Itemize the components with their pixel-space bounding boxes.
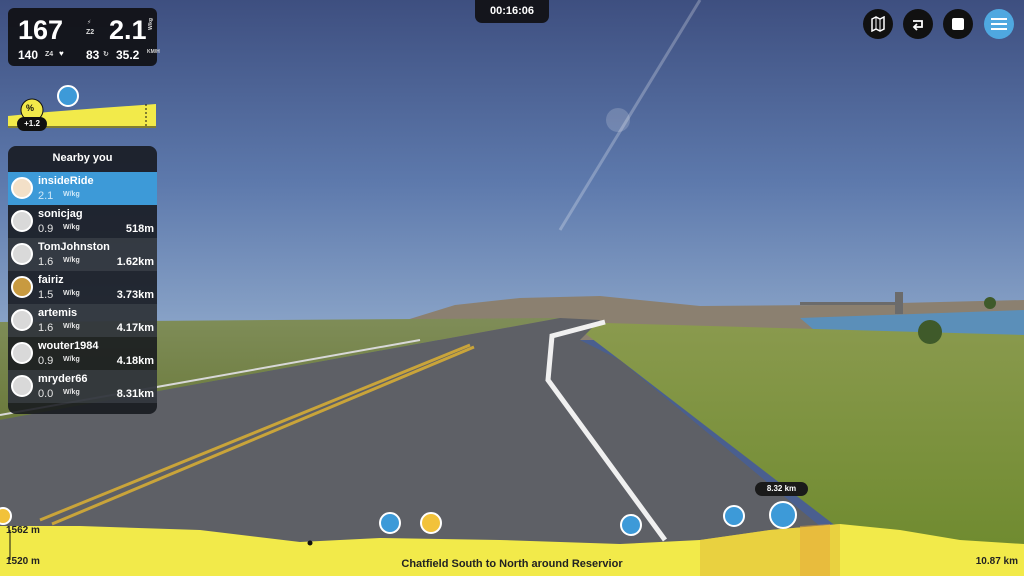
nearby-riders-panel: Nearby you insideRide 2.1 W/kg sonicjag … <box>8 146 157 414</box>
speed-value: 35.2 <box>116 48 140 62</box>
rider-name: wouter1984 <box>38 340 99 352</box>
rider-wkg: 1.6 <box>38 322 54 334</box>
rider-distance: 3.73km <box>116 289 154 301</box>
rider-distance: 1.62km <box>116 256 154 268</box>
marker-distance-badge: 8.32 km <box>755 482 808 496</box>
current-rider-marker <box>769 501 797 529</box>
rider-wkg-unit: W/kg <box>63 389 80 396</box>
rider-name: TomJohnston <box>38 241 110 253</box>
rider-marker <box>723 505 745 527</box>
rider-name: insideRide <box>38 175 94 187</box>
wkg-unit: W/kg <box>148 18 154 30</box>
rider-avatar <box>11 375 33 397</box>
rider-row-current[interactable]: insideRide 2.1 W/kg <box>8 172 157 205</box>
rider-distance: 4.17km <box>116 322 154 334</box>
hr-zone: Z4 <box>45 51 54 58</box>
rider-name: mryder66 <box>38 373 88 385</box>
rider-marker <box>0 507 12 525</box>
elapsed-timer: 00:16:06 <box>475 0 549 23</box>
rider-name: artemis <box>38 307 78 319</box>
rider-avatar <box>11 243 33 265</box>
rider-row[interactable]: TomJohnston 1.6 W/kg 1.62km <box>8 238 157 271</box>
stop-button[interactable] <box>943 9 973 39</box>
rider-marker <box>420 512 442 534</box>
rider-wkg-unit: W/kg <box>63 323 80 330</box>
rider-name: sonicjag <box>38 208 83 220</box>
rider-avatar <box>11 210 33 232</box>
rider-marker <box>620 514 642 536</box>
rider-wkg-unit: W/kg <box>63 356 80 363</box>
speed-unit: KM/H <box>147 49 160 55</box>
rider-wkg: 1.6 <box>38 256 54 268</box>
rider-row[interactable]: sonicjag 0.9 W/kg 518m <box>8 205 157 238</box>
power-icon: ⚡ <box>87 20 92 26</box>
cadence-icon: ↻ <box>103 51 109 58</box>
rider-name: fairiz <box>38 274 64 286</box>
rider-wkg: 0.0 <box>38 388 54 400</box>
stop-icon <box>952 18 964 30</box>
rider-row[interactable]: mryder66 0.0 W/kg 8.31km <box>8 370 157 403</box>
rider-wkg: 0.9 <box>38 355 54 367</box>
power-zone: Z2 <box>86 29 95 36</box>
rider-distance: 8.31km <box>116 388 154 400</box>
menu-icon <box>991 18 1007 30</box>
rider-wkg-unit: W/kg <box>63 290 80 297</box>
rider-wkg-unit: W/kg <box>63 191 80 198</box>
grade-label: % <box>26 103 35 113</box>
loop-icon <box>912 20 923 31</box>
rider-avatar <box>11 309 33 331</box>
loop-button[interactable] <box>903 9 933 39</box>
heart-icon: ♥ <box>59 49 64 58</box>
rider-wkg: 1.5 <box>38 289 54 301</box>
cadence-value: 83 <box>86 48 100 62</box>
map-icon <box>871 16 885 32</box>
map-button[interactable] <box>863 9 893 39</box>
rider-wkg-unit: W/kg <box>63 224 80 231</box>
rider-distance: 518m <box>125 223 154 235</box>
elevation-high-label: 1562 m <box>6 525 40 536</box>
nearby-title: Nearby you <box>52 152 113 164</box>
heart-rate-value: 140 <box>18 48 39 62</box>
rider-row[interactable]: wouter1984 0.9 W/kg 4.18km <box>8 337 157 370</box>
rider-distance: 4.18km <box>116 355 154 367</box>
ride-stats-panel: 167 ⚡ Z2 2.1 W/kg 140 Z4 ♥ 83 ↻ 35.2 KM/… <box>8 8 160 66</box>
rider-wkg-unit: W/kg <box>63 257 80 264</box>
rider-avatar <box>11 177 33 199</box>
rider-avatar <box>11 276 33 298</box>
menu-button[interactable] <box>984 9 1014 39</box>
course-name: Chatfield South to North around Reservio… <box>401 558 623 570</box>
rider-wkg: 0.9 <box>38 223 54 235</box>
rider-marker <box>379 512 401 534</box>
rider-avatar <box>11 342 33 364</box>
power-value: 167 <box>18 15 64 45</box>
rider-row[interactable]: artemis 1.6 W/kg 4.17km <box>8 304 157 337</box>
wkg-value: 2.1 <box>109 15 147 45</box>
rider-wkg: 2.1 <box>38 190 54 202</box>
grade-value: +1.2 <box>17 117 47 131</box>
rider-row[interactable]: fairiz 1.5 W/kg 3.73km <box>8 271 157 304</box>
grade-mini-profile <box>8 85 156 128</box>
